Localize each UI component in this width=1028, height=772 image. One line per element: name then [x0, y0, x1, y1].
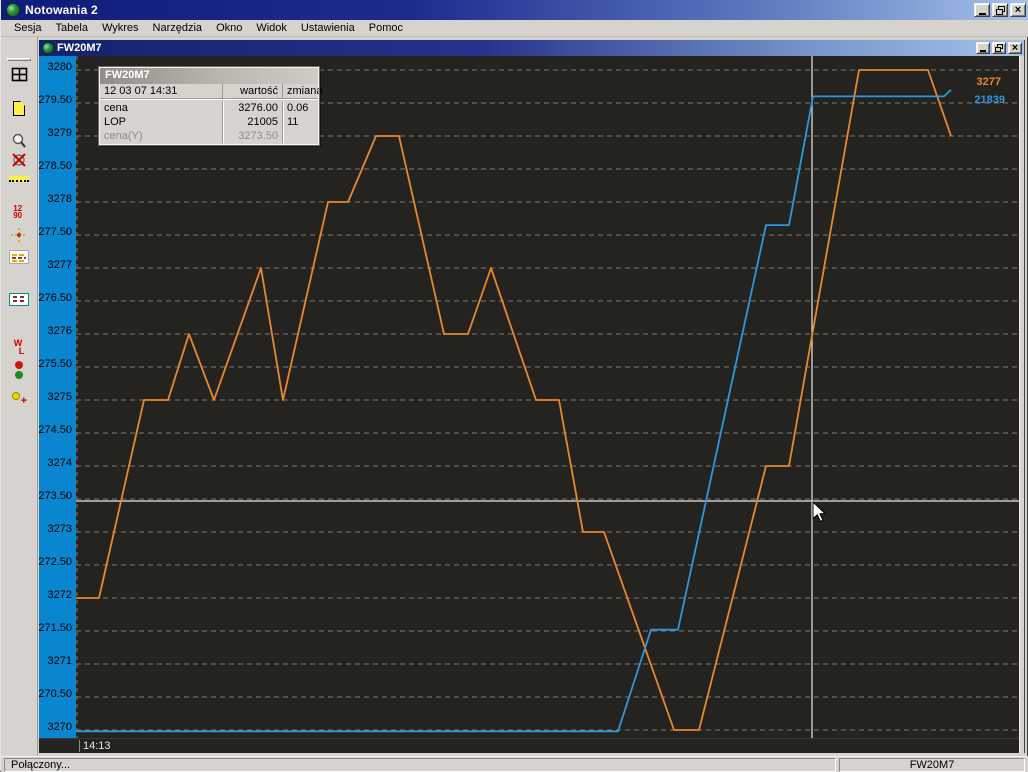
- tooltip-row-change: [282, 129, 318, 143]
- time-axis: 14:13: [39, 738, 1019, 753]
- chart-window-logo-icon: [42, 42, 54, 54]
- price-axis-label: 3275.50: [39, 358, 72, 370]
- connection-status: Połączony...: [4, 758, 836, 772]
- toolbar-grip[interactable]: [7, 58, 31, 61]
- child-minimize-icon: [980, 50, 986, 52]
- wl-marker-icon: W L: [13, 338, 25, 356]
- price-axis-label: 3274.50: [39, 424, 72, 436]
- data-tooltip: FW20M7 12 03 07 14:31 wartość zmiana cen…: [98, 66, 322, 146]
- tooltip-row-label: LOP: [104, 116, 127, 128]
- add-point-button[interactable]: +: [6, 387, 32, 409]
- ruler-icon: [9, 176, 29, 182]
- tooltip-col-value: wartość: [222, 84, 282, 99]
- menu-pomoc[interactable]: Pomoc: [362, 21, 410, 35]
- menu-okno[interactable]: Okno: [209, 21, 249, 35]
- main-titlebar: Notowania 2 ×: [1, 0, 1028, 20]
- price-axis-label: 3270: [47, 721, 72, 733]
- start-stop-icon: [15, 361, 23, 379]
- child-restore-button[interactable]: [992, 42, 1006, 54]
- levels-icon: [9, 250, 29, 264]
- child-restore-icon: [995, 44, 1003, 52]
- child-minimize-button[interactable]: [976, 42, 990, 54]
- price-axis-label: 3278.50: [39, 160, 72, 172]
- price-axis-label: 3272: [47, 589, 72, 601]
- tooltip-time: 12 03 07 14:31: [100, 84, 222, 99]
- child-close-button[interactable]: ×: [1008, 42, 1022, 54]
- price-axis-label: 3272.50: [39, 556, 72, 568]
- chart-window: FW20M7 × 3280 3279.50 3279 3278.50 3278 3277.…: [39, 40, 1025, 753]
- tooltip-row-value: 3276.00: [222, 101, 282, 115]
- price-axis-label: 3274: [47, 457, 72, 469]
- chart-window-titlebar: FW20M7 ×: [39, 40, 1024, 56]
- tooltip-row-value: 3273.50: [222, 129, 282, 143]
- last-price-label: 3277: [976, 76, 1001, 88]
- restore-button[interactable]: [992, 3, 1008, 17]
- menu-bar: Sesja Tabela Wykres Narzędzia Okno Widok…: [1, 20, 1028, 37]
- values-90-button[interactable]: 12´ 90: [6, 201, 32, 223]
- tooltip-title: FW20M7: [100, 68, 318, 84]
- price-axis-label: 3276: [47, 325, 72, 337]
- close-button[interactable]: ×: [1010, 3, 1026, 17]
- price-axis-label: 3271.50: [39, 622, 72, 634]
- values-90-icon: 12´ 90: [13, 204, 25, 220]
- crosshair-button[interactable]: [6, 224, 32, 246]
- price-axis-label: 3277.50: [39, 226, 72, 238]
- levels-button[interactable]: [6, 246, 32, 268]
- close-icon: ×: [1014, 4, 1022, 16]
- app-window: { "window": { "title": "Notowania 2" }, …: [0, 0, 1028, 772]
- zoom-off-icon: [12, 153, 26, 167]
- price-axis: 3280 3279.50 3279 3278.50 3278 3277.50 3277 327…: [39, 56, 76, 738]
- price-axis-label: 3275: [47, 391, 72, 403]
- tooltip-row-value: 21005: [222, 115, 282, 129]
- crosshair-icon: [11, 228, 27, 242]
- status-bar: Połączony... FW20M7: [1, 756, 1028, 772]
- menu-tabela[interactable]: Tabela: [49, 21, 95, 35]
- tooltip-row-label: cena(Y): [104, 130, 143, 142]
- menu-ustawienia[interactable]: Ustawienia: [294, 21, 362, 35]
- chart-right-frame: [1019, 56, 1024, 753]
- minimize-icon: [978, 12, 986, 15]
- time-axis-label: 14:13: [79, 740, 111, 752]
- legend-box-icon: [9, 292, 29, 306]
- child-close-icon: ×: [1011, 42, 1019, 54]
- menu-wykres[interactable]: Wykres: [95, 21, 146, 35]
- ruler-button[interactable]: [6, 168, 32, 190]
- app-logo-icon: [6, 3, 20, 17]
- chart-svg: [76, 56, 1019, 738]
- tooltip-row-label: cena: [104, 102, 128, 114]
- grid-layout-button[interactable]: [6, 63, 32, 85]
- new-page-button[interactable]: [6, 97, 32, 119]
- price-axis-label: 3279: [47, 127, 72, 139]
- add-point-icon: +: [11, 391, 27, 407]
- left-toolbar: 12´ 90 W L +: [1, 37, 38, 755]
- zoom-icon: [12, 133, 26, 148]
- active-symbol-status: FW20M7: [839, 758, 1025, 772]
- price-axis-label: 3278: [47, 193, 72, 205]
- tooltip-row-change: 11: [282, 115, 318, 129]
- start-stop-button[interactable]: [6, 358, 32, 382]
- price-axis-label: 3276.50: [39, 292, 72, 304]
- price-axis-label: 3280: [47, 61, 72, 73]
- grid-layout-icon: [11, 67, 27, 81]
- minimize-button[interactable]: [974, 3, 990, 17]
- legend-box-button[interactable]: [6, 288, 32, 310]
- price-axis-label: 3277: [47, 259, 72, 271]
- price-axis-label: 3279.50: [39, 94, 72, 106]
- window-title: Notowania 2: [25, 3, 98, 17]
- price-axis-label: 3273.50: [39, 490, 72, 502]
- chart-window-title: FW20M7: [57, 42, 102, 54]
- menu-widok[interactable]: Widok: [249, 21, 294, 35]
- wl-marker-button[interactable]: W L: [6, 336, 32, 358]
- menu-narzedzia[interactable]: Narzędzia: [146, 21, 210, 35]
- last-lop-label: 21839: [974, 94, 1005, 106]
- new-page-icon: [13, 100, 25, 116]
- menu-sesja[interactable]: Sesja: [7, 21, 49, 35]
- tooltip-col-change: zmiana: [282, 84, 322, 99]
- price-axis-label: 3271: [47, 655, 72, 667]
- price-axis-label: 3270.50: [39, 688, 72, 700]
- restore-icon: [995, 5, 1005, 15]
- chart-area[interactable]: 3277 21839 FW20M7 12 03 07 14:31 wartość…: [76, 56, 1019, 738]
- tooltip-row-change: 0.06: [282, 101, 318, 115]
- price-axis-label: 3273: [47, 523, 72, 535]
